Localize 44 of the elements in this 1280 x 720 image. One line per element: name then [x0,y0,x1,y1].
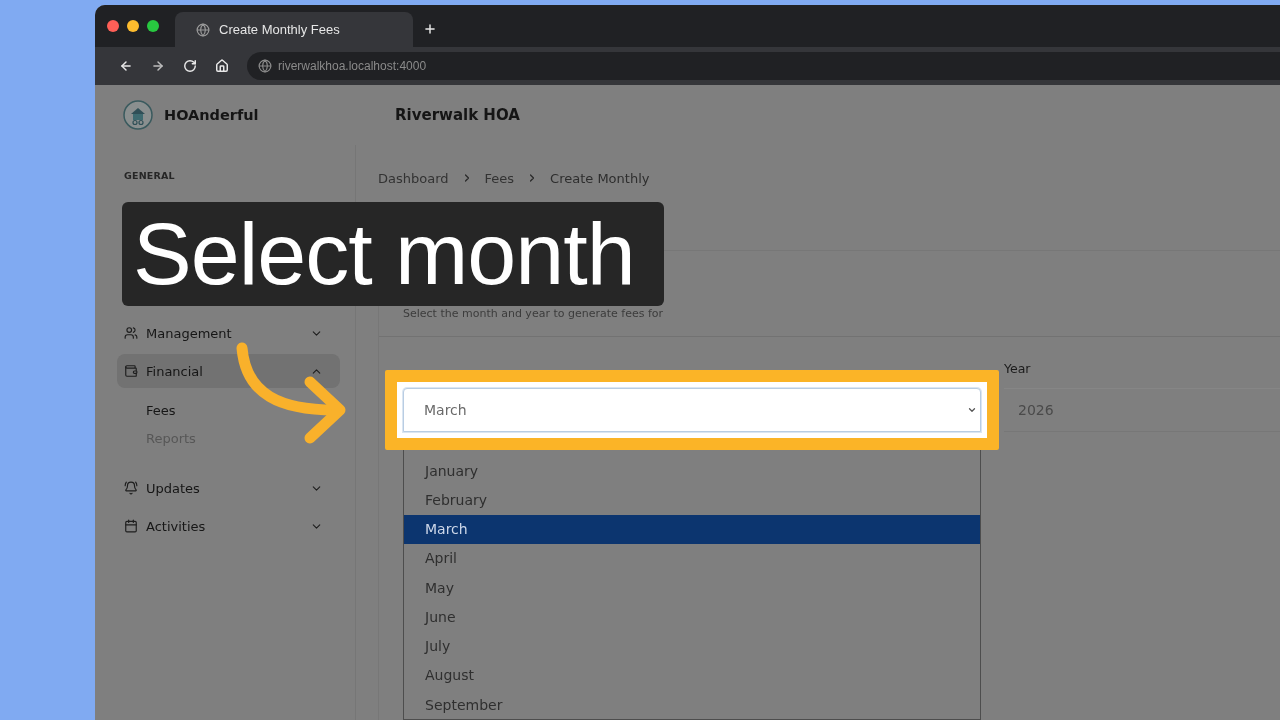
caption-banner: Select month [122,202,664,306]
section-description: Select the month and year to generate fees for [403,307,665,320]
url-text: riverwalkhoa.localhost:4000 [278,59,427,73]
sidebar-item[interactable]: Updates [117,471,340,505]
dropdown-option[interactable]: July [404,631,980,661]
breadcrumb-link[interactable]: Fees [484,170,515,186]
dropdown-option[interactable]: January [404,456,980,486]
dropdown-option[interactable]: June [404,602,980,632]
chevron-down-icon [967,405,977,415]
sidebar-item[interactable]: Financial [117,354,340,388]
globe-icon [258,59,272,73]
sidebar-item[interactable]: Activities [117,509,340,543]
address-bar[interactable]: riverwalkhoa.localhost:4000 [247,52,1280,80]
field-label: Year [1004,362,1031,376]
traffic-light-icon[interactable] [147,20,159,32]
sidebar-item[interactable]: Management [117,316,340,350]
users-icon [124,326,138,340]
arrow-left-icon[interactable] [119,59,133,73]
home-icon[interactable] [215,59,229,73]
dropdown-option[interactable]: March [404,514,980,544]
sidebar-subitem[interactable]: Fees [117,396,176,424]
plus-icon[interactable] [423,22,437,36]
dropdown-option[interactable]: September [404,690,980,719]
arrow-right-icon[interactable] [151,59,165,73]
globe-icon [196,22,210,37]
breadcrumb-link[interactable]: Dashboard [378,170,449,186]
bell-icon [124,481,138,495]
dropdown-option[interactable]: August [404,660,980,690]
calendar-icon [124,519,138,533]
dropdown-option[interactable]: May [404,573,980,603]
browser-tab[interactable]: Create Monthly Fees [175,12,413,47]
logo-icon [123,100,153,130]
traffic-light-icon[interactable] [127,20,139,32]
dropdown-option[interactable]: February [404,485,980,515]
wallet-icon [124,364,138,378]
section-title: GENERAL [123,170,175,182]
reload-icon[interactable] [183,59,197,73]
organization-name: Riverwalk HOA [395,106,520,124]
brand-name: HOAnderful [164,107,259,123]
month-select[interactable]: March [403,388,981,432]
dropdown-option[interactable]: April [404,543,980,573]
breadcrumb-link[interactable]: Create Monthly [550,170,650,186]
tab-title: Create Monthly Fees [219,22,340,37]
traffic-light-icon[interactable] [107,20,119,32]
